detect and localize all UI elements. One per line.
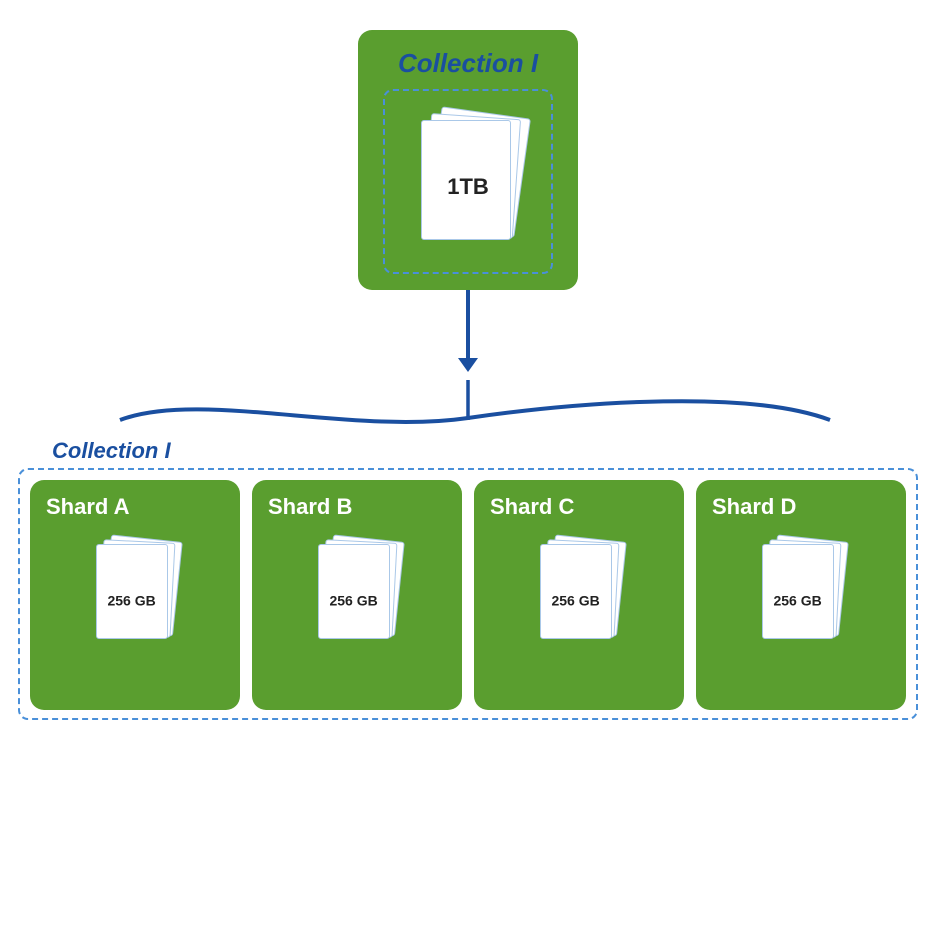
shard-b-label: Shard B	[268, 494, 352, 520]
shard-d-doc-stack: 256 GB	[758, 538, 848, 648]
shard-d-box: Shard D 256 GB	[696, 480, 906, 710]
shard-a-size: 256 GB	[107, 592, 155, 608]
shard-c-doc-stack: 256 GB	[536, 538, 626, 648]
top-collection-size: 1TB	[447, 174, 489, 200]
shard-c-box: Shard C 256 GB	[474, 480, 684, 710]
connector-arrows	[0, 290, 936, 430]
shard-a-label: Shard A	[46, 494, 130, 520]
shard-b-size: 256 GB	[329, 592, 377, 608]
top-collection-box: Collection I 1TB	[358, 30, 578, 290]
top-collection-dashed-box: 1TB	[383, 89, 553, 274]
arrow-area	[0, 290, 936, 430]
top-collection-label: Collection I	[398, 48, 538, 79]
bottom-collection-label: Collection I	[52, 438, 171, 464]
shard-d-label: Shard D	[712, 494, 796, 520]
shard-b-box: Shard B 256 GB	[252, 480, 462, 710]
shard-d-size: 256 GB	[773, 592, 821, 608]
shards-inner: Shard A 256 GB Shard B 256 GB	[18, 430, 918, 720]
shard-c-size: 256 GB	[551, 592, 599, 608]
top-doc-stack: 1TB	[413, 112, 523, 252]
diagram-container: Collection I 1TB Collection I	[0, 0, 936, 944]
shards-wrapper: Collection I Shard A 256 GB Shard B	[18, 430, 918, 720]
shard-b-doc-stack: 256 GB	[314, 538, 404, 648]
shard-c-label: Shard C	[490, 494, 574, 520]
shard-a-box: Shard A 256 GB	[30, 480, 240, 710]
shard-a-doc-stack: 256 GB	[92, 538, 182, 648]
